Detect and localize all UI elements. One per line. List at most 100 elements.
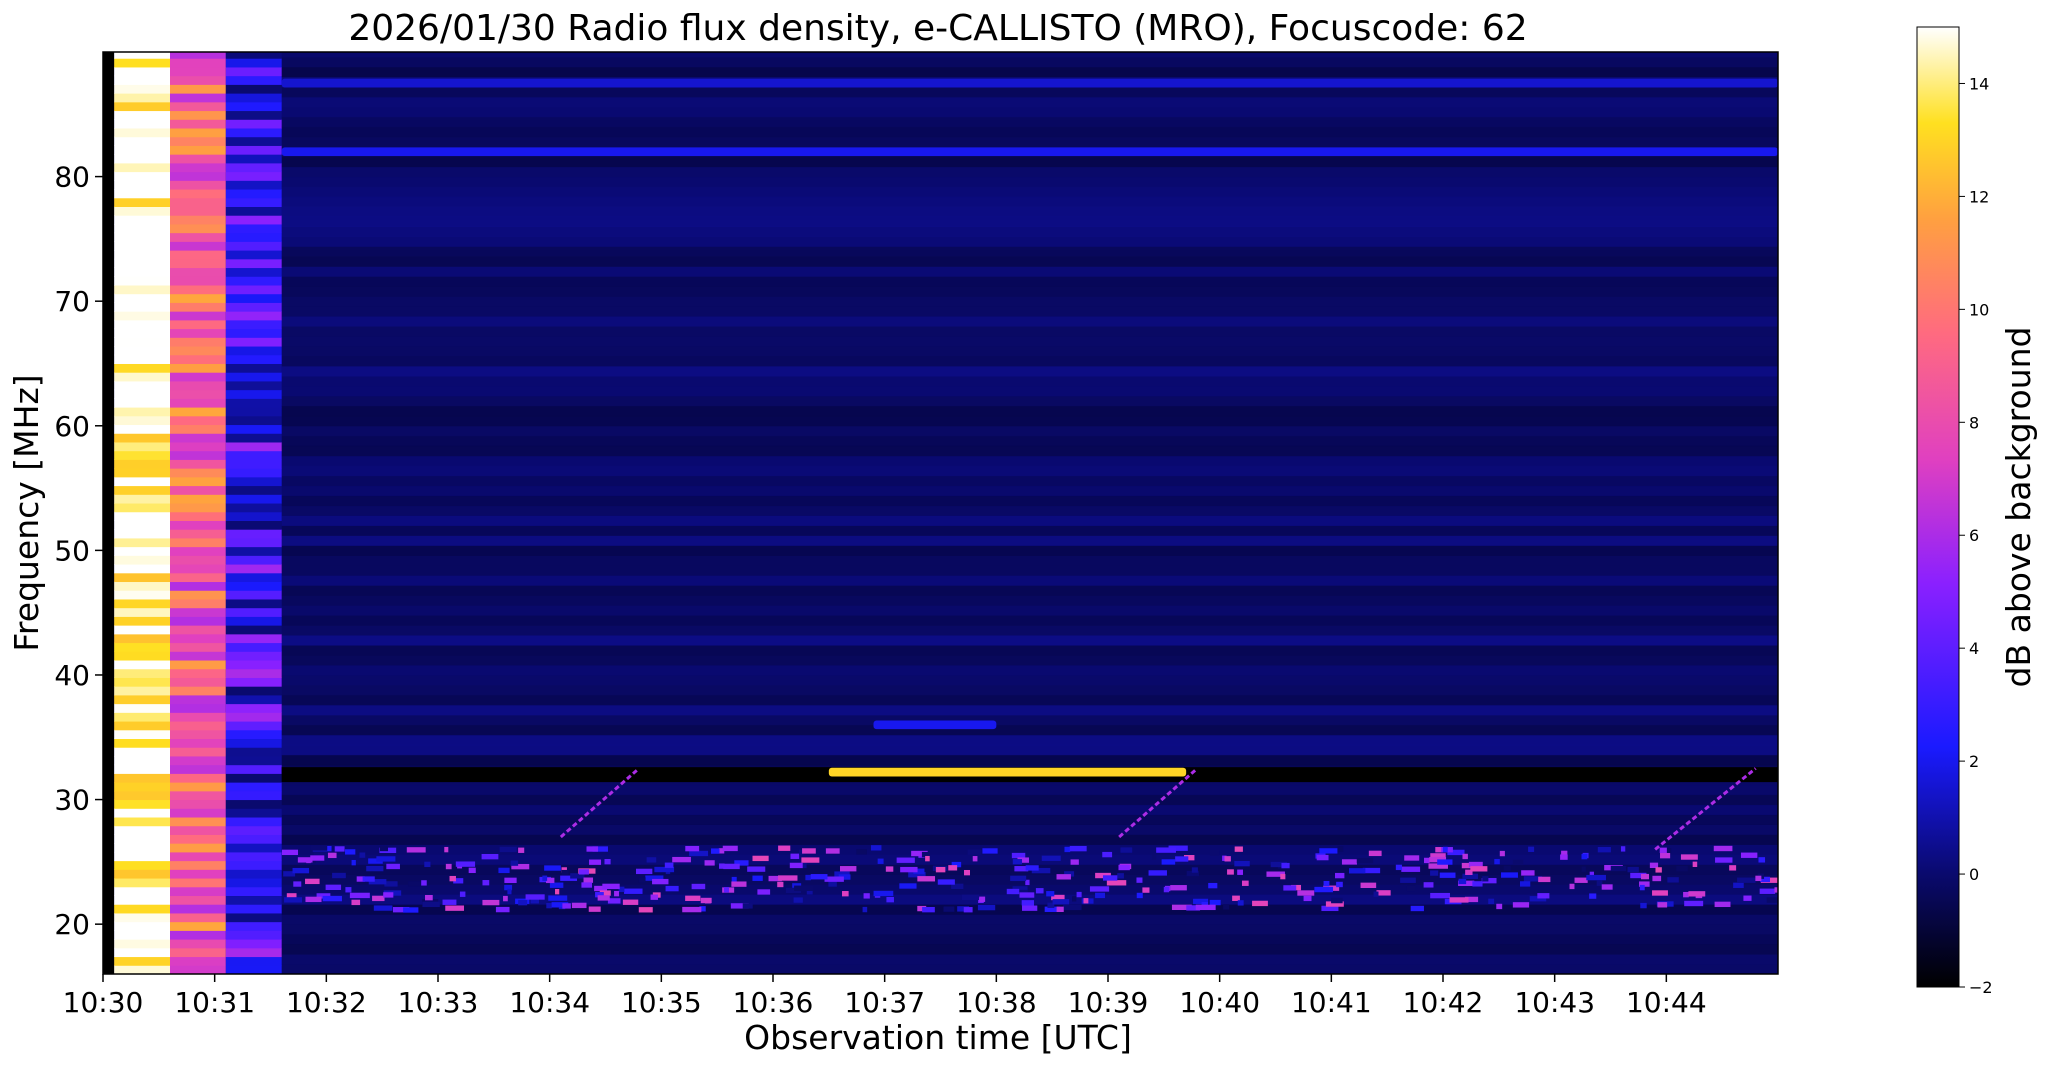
calibration-column-segment (170, 642, 226, 652)
calibration-column-segment (225, 825, 282, 835)
interference-blob (546, 902, 552, 909)
interference-blob (1774, 887, 1778, 893)
calibration-column-segment (114, 328, 170, 338)
calibration-column-segment (225, 947, 282, 958)
interference-blob (704, 898, 711, 904)
interference-blob (1175, 856, 1189, 862)
calibration-column-segment (170, 424, 226, 434)
calibration-column-segment (170, 895, 226, 905)
calibration-column-segment (170, 851, 226, 862)
interference-blob (1449, 897, 1469, 903)
background-row (281, 605, 1778, 616)
calibration-column-segment (170, 293, 226, 303)
calibration-column-segment (114, 965, 170, 974)
interference-blob (1443, 846, 1448, 853)
calibration-column-segment (114, 136, 170, 146)
background-row (281, 525, 1778, 536)
background-row (281, 385, 1778, 397)
background-row (281, 356, 1778, 367)
interference-blob (742, 903, 753, 909)
calibration-column-segment (225, 468, 282, 478)
interference-blob (425, 894, 433, 901)
interference-blob (1512, 859, 1524, 866)
interference-blob (1652, 890, 1668, 896)
calibration-column-segment (170, 965, 226, 974)
interference-blob (1161, 859, 1176, 865)
calibration-column-segment (170, 537, 226, 548)
interference-blob (747, 866, 766, 872)
background-row (281, 96, 1778, 108)
interference-blob (1519, 881, 1531, 887)
background-row (281, 186, 1778, 198)
interference-blob (1297, 890, 1315, 896)
interference-blob (555, 888, 560, 895)
interference-blob (1319, 848, 1338, 854)
calibration-column-segment (170, 346, 226, 356)
background-row (281, 804, 1778, 816)
interference-blob (1713, 845, 1733, 852)
calibration-column-segment (225, 154, 282, 164)
calibration-column-segment (114, 886, 170, 897)
colorbar-tick-label: 0 (1969, 865, 1979, 884)
interference-blob (1052, 899, 1070, 905)
calibration-column-segment (225, 694, 282, 705)
calibration-column-segment (170, 747, 226, 757)
interference-blob (802, 848, 816, 854)
background-row (281, 655, 1778, 666)
x-tick-label: 10:39 (1068, 986, 1149, 1019)
interference-blob (588, 906, 601, 912)
interference-blob (622, 899, 639, 905)
calibration-column-segment (114, 572, 170, 583)
interference-blob (1743, 895, 1752, 901)
background-row (281, 156, 1778, 168)
background-row (281, 834, 1778, 845)
interference-blob (1596, 880, 1603, 886)
interference-blob (1755, 875, 1762, 882)
interference-blob (1118, 864, 1130, 871)
calibration-column-segment (170, 468, 226, 478)
x-tick-label: 10:41 (1291, 986, 1372, 1019)
background-row (281, 126, 1778, 138)
x-axis-ticks: 10:30 10:31 10:32 10:33 10:34 10:35 10:36 10:37… (63, 974, 1707, 1019)
calibration-column-segment (225, 782, 282, 792)
background-row (281, 336, 1778, 347)
background-row (281, 445, 1778, 457)
calibration-column-segment (114, 52, 170, 59)
calibration-column-segment (170, 869, 226, 879)
background-row (281, 206, 1778, 217)
interference-blob (1089, 886, 1110, 892)
calibration-column-segment (170, 503, 226, 513)
interference-blob (961, 894, 980, 901)
calibration-column-segment (114, 258, 170, 269)
calibration-column-segment (225, 930, 282, 940)
calibration-column-segment (114, 58, 170, 68)
calibration-column-segment (170, 843, 226, 853)
background-row (281, 724, 1778, 736)
calibration-column-segment (114, 581, 170, 591)
background-row (281, 934, 1778, 945)
calibration-column-segment (170, 764, 226, 774)
calibration-column-segment (225, 415, 282, 426)
interference-blob (406, 847, 426, 853)
interference-blob (1208, 882, 1218, 889)
interference-blob (379, 845, 389, 852)
interference-blob (1601, 884, 1613, 890)
interference-blob (445, 905, 465, 911)
interference-blob (1224, 856, 1231, 862)
interference-blob (704, 860, 715, 866)
calibration-column-segment (225, 642, 282, 652)
calibration-column-segment (170, 433, 226, 443)
interference-blob (1740, 852, 1758, 858)
calibration-column-segment (114, 189, 170, 199)
calibration-column-segment (114, 75, 170, 85)
background-row (281, 824, 1778, 835)
calibration-column-segment (225, 250, 282, 260)
calibration-column-segment (225, 764, 282, 774)
interference-blob (351, 859, 356, 866)
interference-blob (349, 892, 370, 899)
calibration-column-segment (170, 267, 226, 277)
interference-blob (1191, 867, 1198, 873)
interference-blob (1501, 872, 1518, 878)
interference-blob (546, 877, 555, 884)
calibration-column-segment (114, 267, 170, 277)
